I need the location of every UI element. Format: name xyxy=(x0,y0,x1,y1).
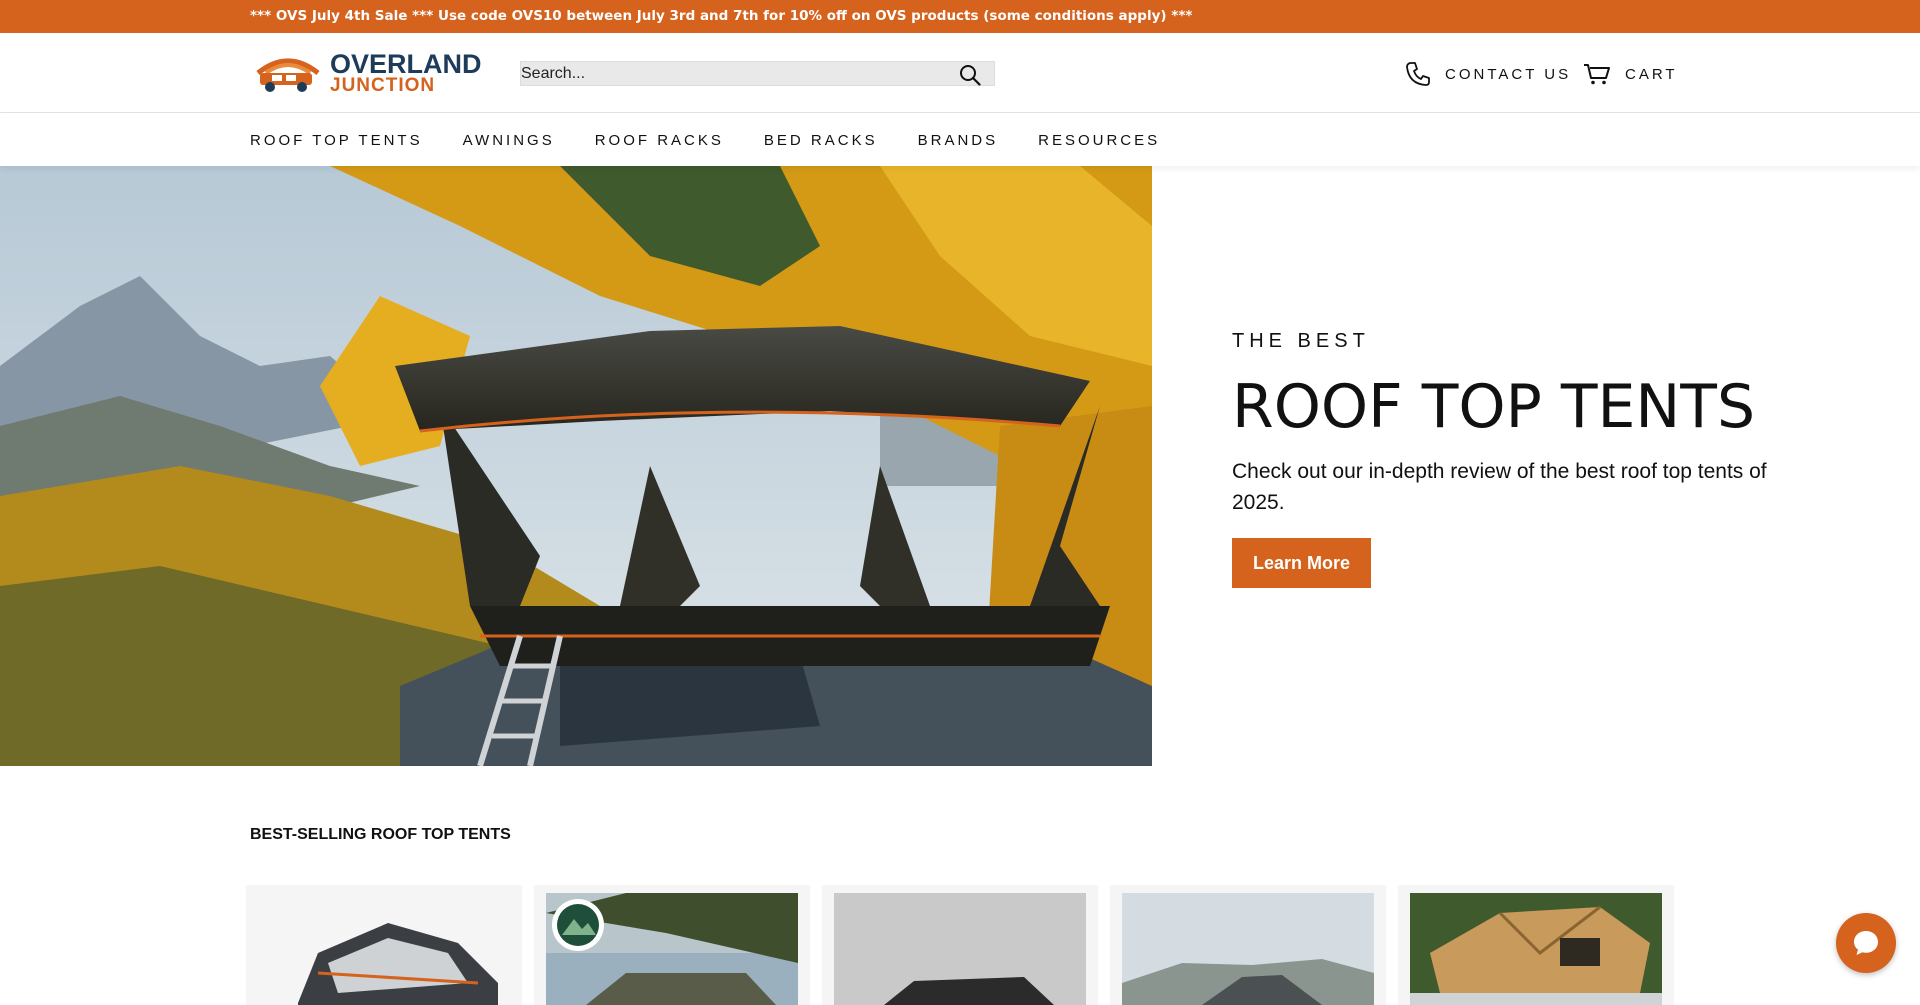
hero-photo-roof-top-tent xyxy=(0,166,1152,766)
hero-title: ROOF TOP TENTS xyxy=(1232,372,1756,442)
learn-more-button[interactable]: Learn More xyxy=(1232,538,1372,588)
product-card[interactable] xyxy=(1398,885,1674,1005)
nav-list: ROOF TOP TENTS AWNINGS ROOF RACKS BED RA… xyxy=(250,114,1200,166)
logo-mark-icon xyxy=(256,58,320,92)
cart-icon xyxy=(1584,64,1610,85)
site-logo[interactable]: OVERLAND JUNCTION xyxy=(252,49,482,96)
product-card[interactable] xyxy=(822,885,1098,1005)
hero-content: THE BEST ROOF TOP TENTS Check out our in… xyxy=(1232,166,1852,766)
nav-item-brands[interactable]: BRANDS xyxy=(918,132,999,149)
contact-us-label: CONTACT US xyxy=(1445,65,1572,83)
product-card[interactable] xyxy=(534,885,810,1005)
search-button[interactable] xyxy=(958,63,982,87)
hero-eyebrow: THE BEST xyxy=(1232,330,1370,352)
chat-button[interactable] xyxy=(1836,913,1896,973)
nav-item-roof-racks[interactable]: ROOF RACKS xyxy=(595,132,724,149)
cart-label: CART xyxy=(1625,65,1678,83)
chat-icon xyxy=(1854,931,1878,955)
best-selling-title: BEST-SELLING ROOF TOP TENTS xyxy=(250,826,511,843)
site-header: OVERLAND JUNCTION CONTACT US CART xyxy=(0,33,1920,113)
hero-image xyxy=(0,166,1152,766)
product-image xyxy=(1122,893,1374,1005)
nav-item-bed-racks[interactable]: BED RACKS xyxy=(764,132,878,149)
announcement-text: *** OVS July 4th Sale *** Use code OVS10… xyxy=(250,8,1193,24)
main-nav: ROOF TOP TENTS AWNINGS ROOF RACKS BED RA… xyxy=(0,114,1920,166)
phone-icon xyxy=(1406,62,1430,86)
product-image xyxy=(1410,893,1662,1005)
nav-item-awnings[interactable]: AWNINGS xyxy=(463,132,555,149)
search-bar xyxy=(520,61,995,86)
product-carousel xyxy=(246,885,1686,1005)
search-input[interactable] xyxy=(521,62,994,85)
product-image xyxy=(546,893,798,1005)
product-card[interactable] xyxy=(1110,885,1386,1005)
cart-link[interactable]: CART xyxy=(1583,59,1678,89)
announcement-bar: *** OVS July 4th Sale *** Use code OVS10… xyxy=(0,0,1920,33)
search-icon xyxy=(960,65,981,86)
product-image xyxy=(834,893,1086,1005)
product-card[interactable] xyxy=(246,885,522,1005)
logo-wordmark-bottom: JUNCTION xyxy=(330,75,436,96)
contact-us-link[interactable]: CONTACT US xyxy=(1405,59,1571,89)
nav-item-roof-top-tents[interactable]: ROOF TOP TENTS xyxy=(250,132,423,149)
product-image xyxy=(258,893,510,1005)
hero-description: Check out our in-depth review of the bes… xyxy=(1232,460,1767,514)
nav-item-resources[interactable]: RESOURCES xyxy=(1038,132,1160,149)
